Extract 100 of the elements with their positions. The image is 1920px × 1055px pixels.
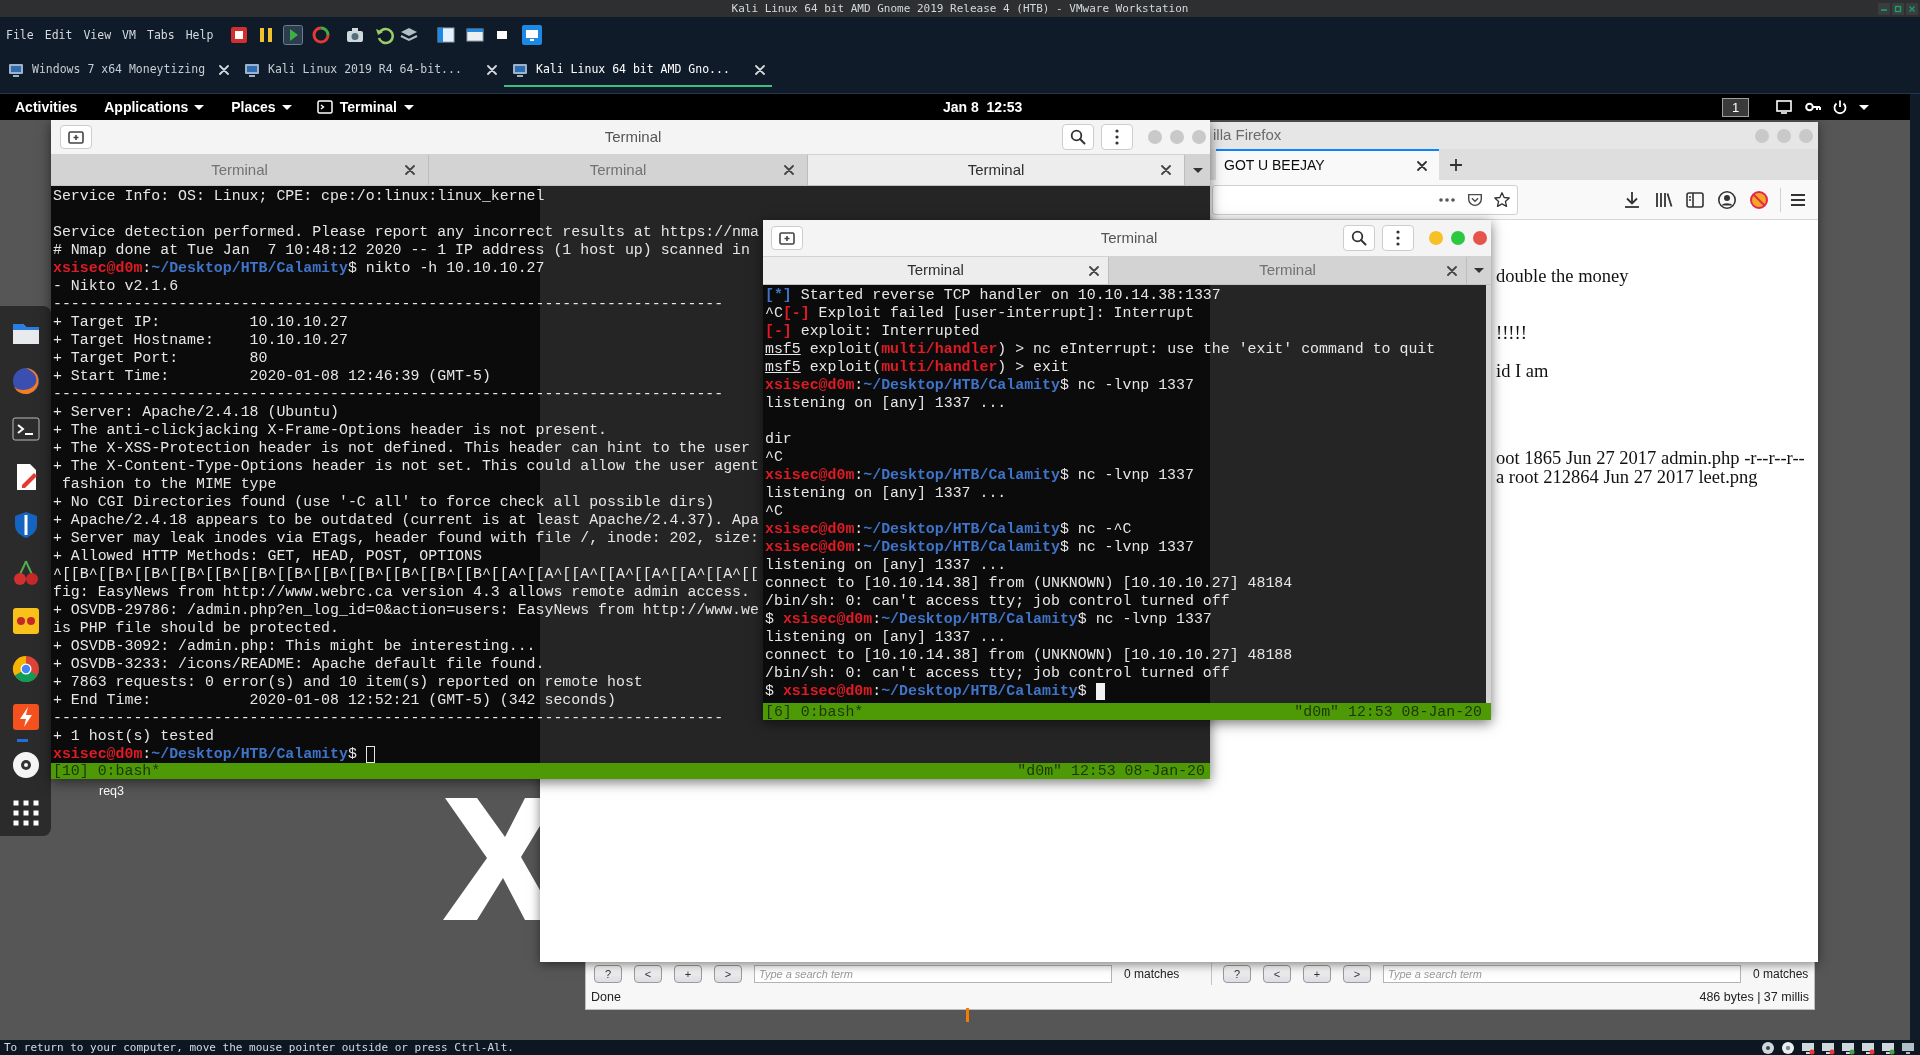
- page-text: double the money: [1496, 267, 1629, 286]
- terminal-line: Service detection performed. Please report any incorrect results at https://nma: [53, 223, 759, 241]
- monitor-icon: [1901, 1040, 1915, 1055]
- menu-item[interactable]: View: [83, 27, 112, 43]
- status-text: Done: [591, 988, 621, 1006]
- app-menu-button[interactable]: Terminal: [316, 94, 414, 120]
- address-field[interactable]: [1212, 184, 1518, 215]
- display-icon[interactable]: [1776, 99, 1792, 115]
- terminal-line: $ xsisec@d0m:~/Desktop/HTB/Calamity$ nc -lvnp 1337: [765, 610, 1212, 628]
- terminal-line: xsisec@d0m:~/Desktop/HTB/Calamity$ nc -lvnp 1337: [765, 466, 1194, 484]
- maximize-icon[interactable]: [1892, 2, 1904, 15]
- terminal-line: msf5 exploit(multi/handler) > nc eInterrupt: use the 'exit' command to quit: [765, 340, 1436, 358]
- terminal-line: [*] Started reverse TCP handler on 10.10.14.38:1337: [765, 286, 1221, 304]
- terminal-line: xsisec@d0m:~/Desktop/HTB/Calamity$: [53, 745, 358, 763]
- menu-button[interactable]: Applications: [104, 94, 205, 120]
- menu-item[interactable]: Edit: [44, 27, 73, 43]
- menu-item[interactable]: Tabs: [146, 27, 175, 43]
- search-icon: [1070, 129, 1086, 145]
- search-field[interactable]: Type a search term: [754, 965, 1112, 983]
- terminal-line: listening on [any] 1337 ...: [765, 484, 1007, 502]
- stop-icon[interactable]: [229, 25, 250, 45]
- play-icon[interactable]: [283, 25, 304, 45]
- terminal-line: + OSVDB-29786: /admin.php?en_log_id=0&action=users: EasyNews from http://www.we: [53, 601, 759, 619]
- menu-item[interactable]: File: [6, 27, 34, 43]
- terminal-line: ^C: [765, 448, 783, 466]
- star-icon[interactable]: [1493, 190, 1511, 209]
- find-button[interactable]: <: [634, 965, 662, 983]
- find-button[interactable]: +: [674, 965, 702, 983]
- undo-icon[interactable]: [375, 25, 396, 45]
- account-icon[interactable]: [1717, 189, 1737, 210]
- vm-tab[interactable]: Kali Linux 64 bit AMD Gno...: [504, 55, 772, 87]
- camera-icon[interactable]: [345, 25, 366, 45]
- window-icon[interactable]: [465, 25, 486, 45]
- status-text: [6] 0:bash*: [765, 703, 864, 720]
- terminal-tab[interactable]: Terminal: [808, 155, 1185, 185]
- terminal-line: + 7863 requests: 0 error(s) and 10 item(s) reported on remote host: [53, 673, 643, 691]
- disc-icon: [1781, 1040, 1795, 1055]
- refresh-icon[interactable]: [311, 25, 332, 45]
- terminal-line: /bin/sh: 0: can't access tty; job control turned off: [765, 664, 1230, 682]
- vm-icon: [512, 62, 528, 78]
- terminal-line: [-] exploit: Interrupted: [765, 322, 980, 340]
- status-text: [10] 0:bash*: [53, 763, 161, 779]
- caret-icon: [281, 104, 292, 110]
- power-icon[interactable]: [1832, 99, 1848, 115]
- terminal-line: ---------------------------------------------------------------------------: [53, 295, 724, 313]
- close-icon[interactable]: [1089, 265, 1099, 276]
- monitor-icon: [1821, 1040, 1835, 1055]
- terminal-line: xsisec@d0m:~/Desktop/HTB/Calamity$ nc -lvnp 1337: [765, 376, 1194, 394]
- match-count: 0 matches: [1753, 966, 1809, 983]
- find-button[interactable]: +: [1303, 965, 1331, 983]
- download-icon[interactable]: [1622, 189, 1642, 210]
- status-text: 486 bytes | 37 millis: [1699, 988, 1809, 1006]
- status-text: "d0m" 12:53 08-Jan-20: [1017, 763, 1205, 779]
- terminal-line: ^C: [765, 502, 783, 520]
- find-button[interactable]: >: [1343, 965, 1371, 983]
- clock[interactable]: Jan 8 12:53: [943, 94, 1023, 120]
- find-button[interactable]: ?: [594, 965, 622, 983]
- minimize-icon[interactable]: [1878, 2, 1890, 15]
- search-button[interactable]: [1343, 225, 1375, 251]
- status-text: "d0m" 12:53 08-Jan-20: [1294, 703, 1482, 720]
- browser-tab[interactable]: GOT U BEEJAY: [1216, 149, 1439, 180]
- search-field[interactable]: Type a search term: [1383, 965, 1741, 983]
- workspace-button[interactable]: 1: [1722, 97, 1749, 117]
- vm-tab[interactable]: Kali Linux 2019 R4 64-bit...: [236, 55, 504, 87]
- find-button[interactable]: <: [1263, 965, 1291, 983]
- terminal-tab[interactable]: Terminal: [763, 257, 1109, 284]
- terminal-line: + The X-XSS-Protection header is not defined. This header can hint to the user: [53, 439, 750, 457]
- close-icon[interactable]: [1447, 265, 1457, 276]
- blocked-icon[interactable]: [1749, 189, 1769, 210]
- terminal-line: msf5 exploit(multi/handler) > exit: [765, 358, 1069, 376]
- vm-tab[interactable]: Windows 7 x64 Moneytizing: [0, 55, 236, 87]
- close-icon[interactable]: [784, 165, 794, 175]
- menu-button[interactable]: Places: [231, 94, 292, 120]
- new-tab-button[interactable]: [771, 226, 803, 250]
- terminal-line: + Target IP: 10.10.10.27: [53, 313, 348, 331]
- terminal-line: fig: EasyNews from http://www.webrc.ca version 4.3 allows remote admin access.: [53, 583, 750, 601]
- sidebar-icon[interactable]: [1685, 189, 1705, 210]
- terminal-line: - Nikto v2.1.6: [53, 277, 179, 295]
- terminal-line: Service Info: OS: Linux; CPE: cpe:/o:linux:linux_kernel: [53, 187, 545, 205]
- menu-item[interactable]: Help: [185, 27, 214, 43]
- page-text: a root 212864 Jun 27 2017 leet.png: [1496, 468, 1758, 487]
- terminal-line: listening on [any] 1337 ...: [765, 556, 1007, 574]
- new-tab-icon: [68, 129, 84, 145]
- find-button[interactable]: >: [714, 965, 742, 983]
- search-button[interactable]: [1062, 124, 1094, 150]
- new-tab-button[interactable]: [60, 125, 92, 149]
- desktop-icon-label[interactable]: req3: [99, 783, 125, 799]
- close-icon[interactable]: [405, 165, 415, 175]
- terminal-line: dir: [765, 430, 792, 448]
- terminal-line: + Start Time: 2020-01-08 12:46:39 (GMT-5): [53, 367, 491, 385]
- find-button[interactable]: ?: [1223, 965, 1251, 983]
- terminal-line: + Apache/2.4.18 appears to be outdated (current is at least Apache/2.4.37). Apa: [53, 511, 759, 529]
- monitor-icon[interactable]: [522, 25, 543, 45]
- page-text: !!!!!: [1496, 324, 1527, 343]
- close-icon[interactable]: [1417, 160, 1427, 171]
- vm-icon: [244, 62, 260, 78]
- close-icon[interactable]: [1161, 165, 1171, 175]
- menu-item[interactable]: VM: [122, 27, 136, 43]
- activities-button[interactable]: Activities: [15, 94, 78, 120]
- sidebar-icon[interactable]: [436, 25, 457, 45]
